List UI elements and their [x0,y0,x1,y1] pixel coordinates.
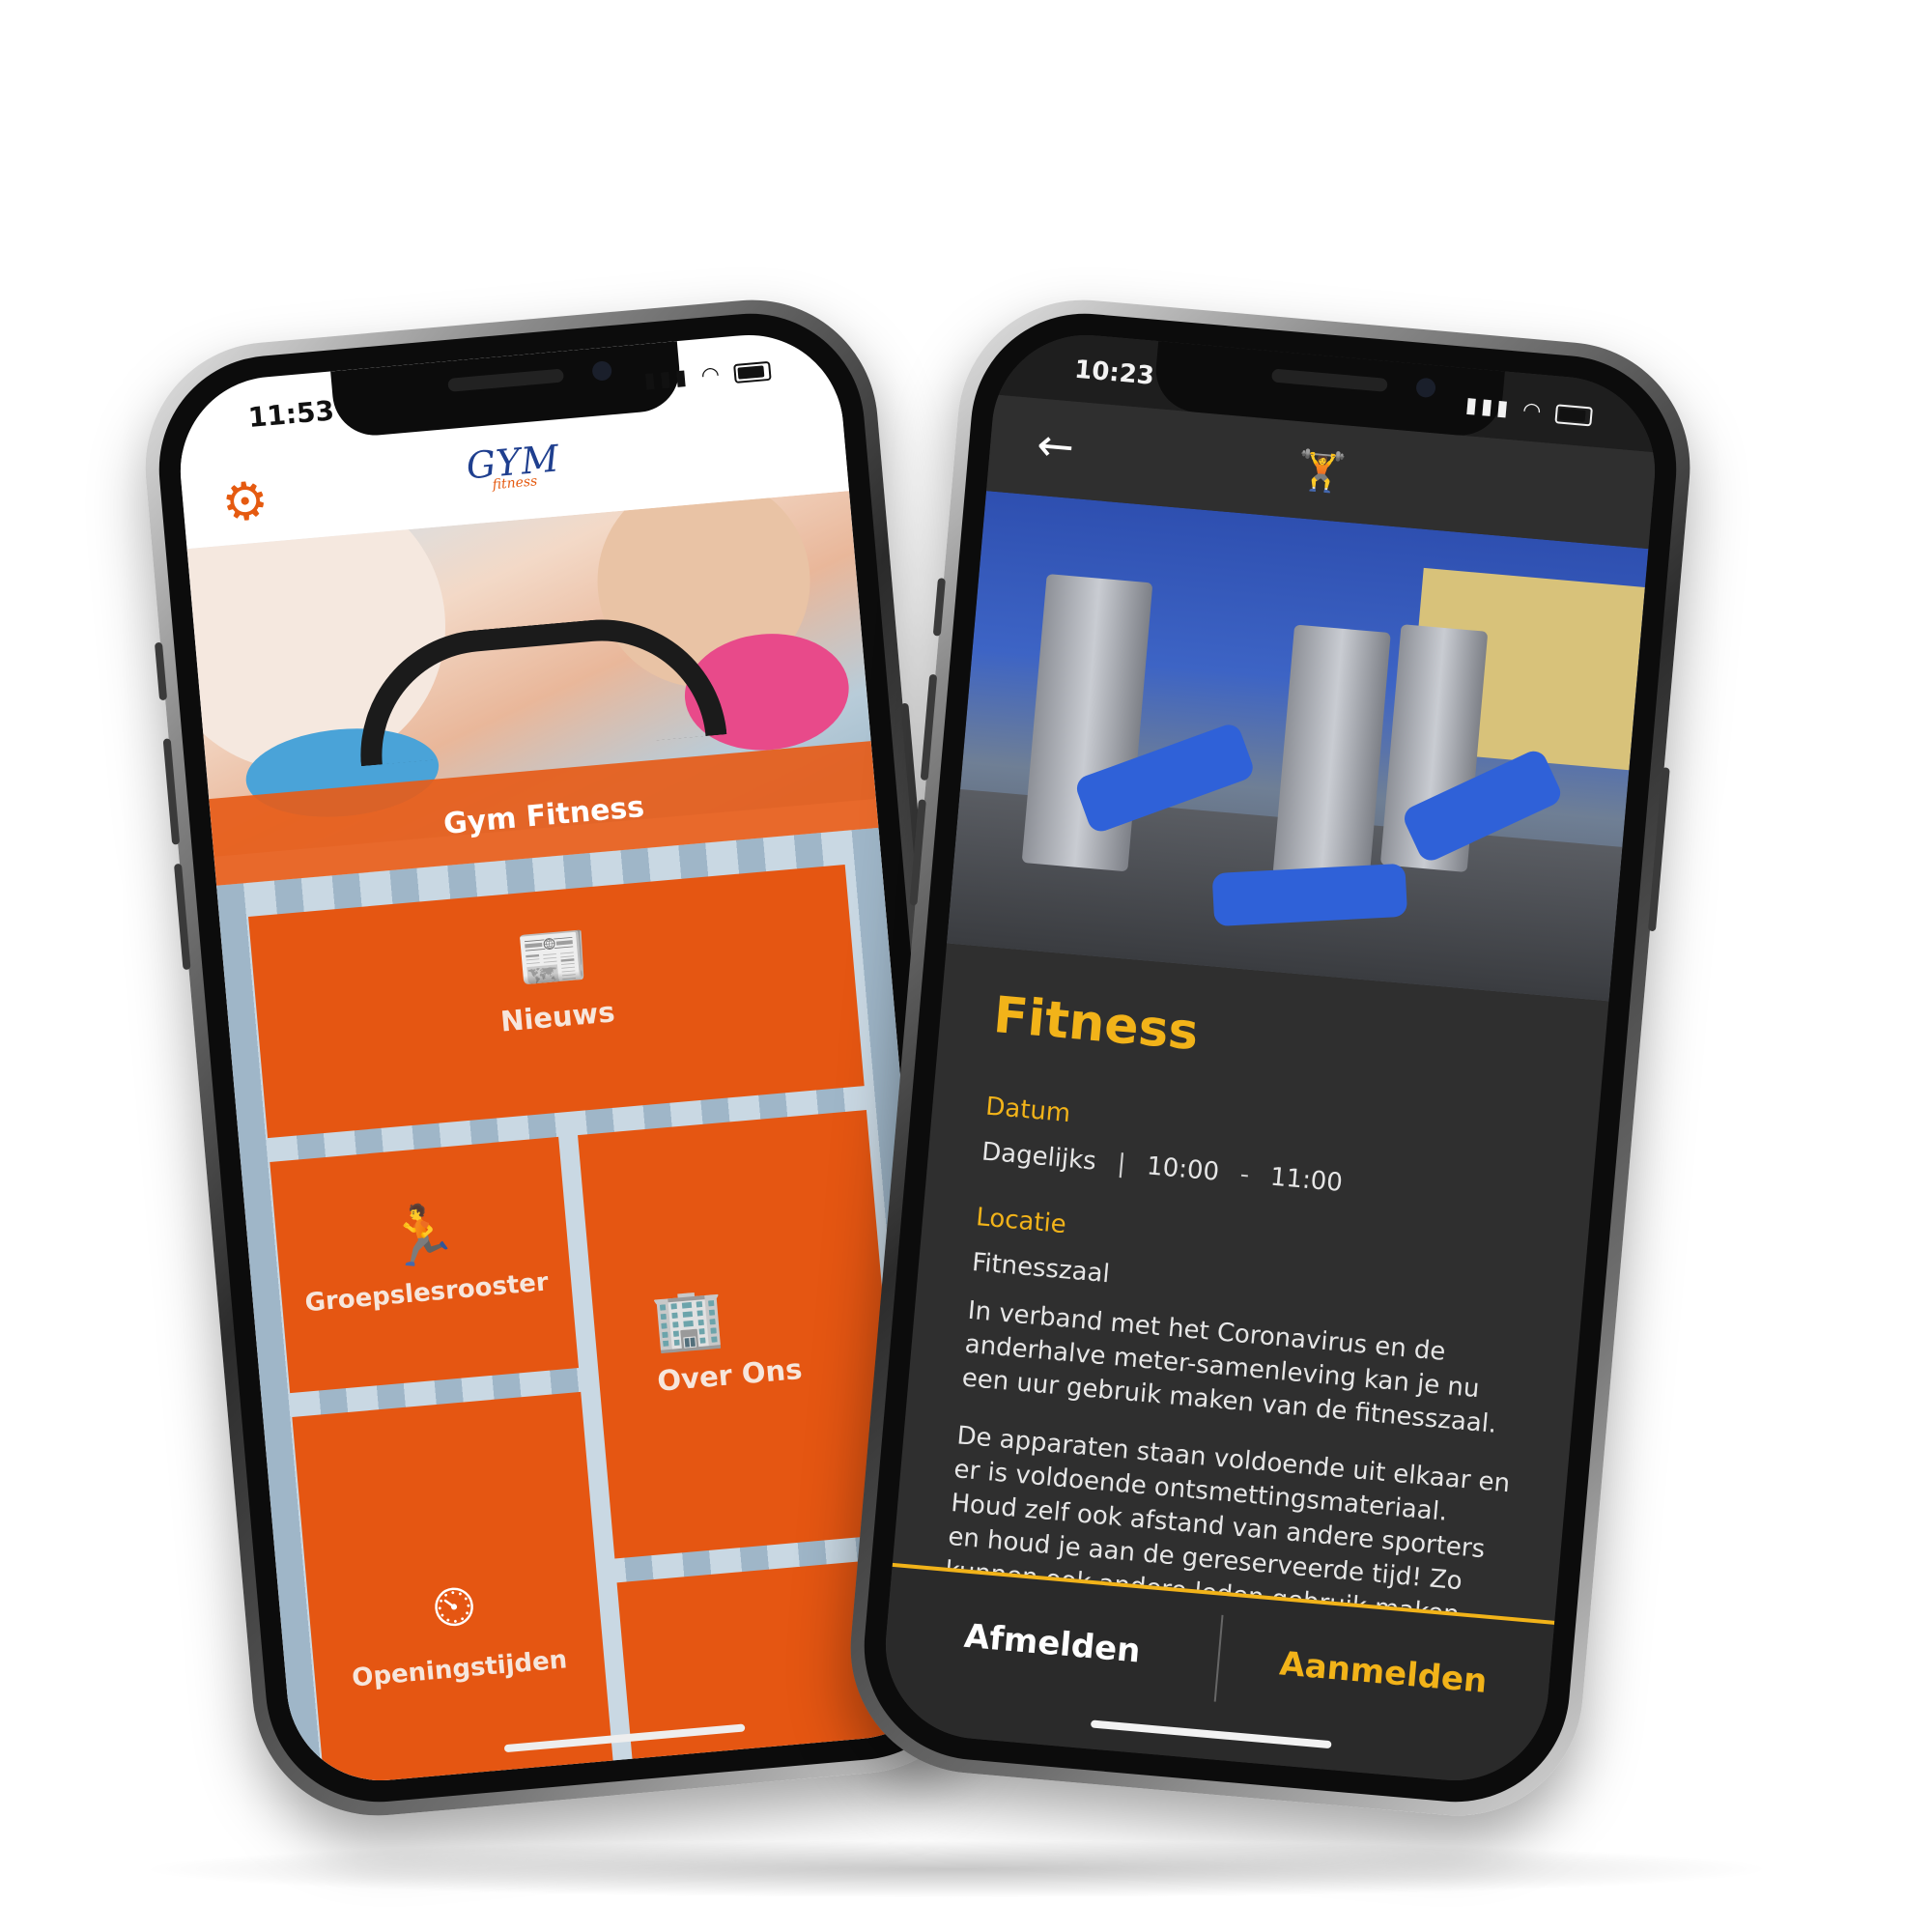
volume-up-button [920,673,938,781]
clock-icon: ⏲ [428,1571,480,1643]
tile-label: Openingstijden [351,1645,569,1693]
tile-label: Groepslesrooster [303,1267,550,1319]
mute-switch [154,641,168,701]
date-label: Datum [984,1092,1072,1129]
date-row: Dagelijks | 10:00-11:00 [980,1135,1549,1218]
tile-over-ons[interactable]: 🏢 Over Ons [578,1110,904,1559]
status-icons: ▮▮▮ ◠ [1464,393,1593,428]
date-value: Dagelijks [980,1137,1097,1177]
app-logo: GYM fitness [465,437,562,495]
gear-icon[interactable]: ⚙ [219,469,271,534]
status-icons: ▮▮▮ ◠ [643,358,772,393]
event-image [947,491,1649,1002]
photo-seat-pad [1211,863,1408,927]
status-time: 10:23 [1073,355,1156,391]
event-detail-screen: 10:23 ▮▮▮ ◠ ← 🏋 Fitness Datum Dagelijks … [877,327,1663,1789]
separator: | [1116,1149,1127,1179]
back-arrow-icon[interactable]: ← [1035,418,1076,473]
location-label: Locatie [975,1203,1067,1240]
step-aerobics-icon: 🏃 [383,1199,461,1273]
afmelden-button[interactable]: Afmelden [881,1567,1223,1720]
status-time: 11:53 [246,394,336,435]
aanmelden-button[interactable]: Aanmelden [1212,1596,1554,1749]
phone-right: 10:23 ▮▮▮ ◠ ← 🏋 Fitness Datum Dagelijks … [839,289,1701,1827]
signal-icon: ▮▮▮ [642,365,692,394]
wifi-icon: ◠ [1521,398,1547,425]
phone-bezel: 10:23 ▮▮▮ ◠ ← 🏋 Fitness Datum Dagelijks … [854,303,1687,1812]
volume-up-button [162,738,181,845]
volume-down-button [173,863,191,971]
battery-icon [1554,404,1593,427]
power-button [1647,767,1670,932]
event-title: Fitness [991,985,1201,1063]
floor-shadow [135,1840,1777,1898]
separator: - [1238,1159,1251,1190]
buildings-icon: 🏢 [649,1282,727,1357]
wifi-icon: ◠ [699,362,725,388]
time-end: 11:00 [1268,1162,1345,1198]
time-start: 10:00 [1145,1151,1221,1187]
battery-icon [733,360,772,384]
exercise-icon: 🏋 [1295,447,1348,497]
signal-icon: ▮▮▮ [1464,393,1514,422]
tile-groepslesrooster[interactable]: 🏃 Groepslesrooster [270,1136,580,1394]
home-screen: 11:53 ▮▮▮ ◠ ⚙ GYM fitness Gym Fitness 📰 … [172,327,958,1789]
mute-switch [932,578,946,637]
tile-openingstijden[interactable]: ⏲ Openingstijden [292,1391,616,1789]
